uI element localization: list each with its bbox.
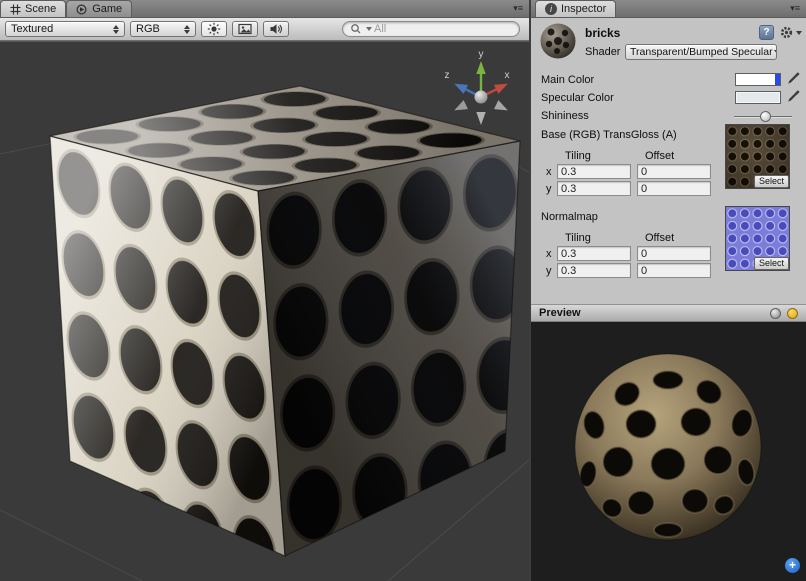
- chevron-down-icon: [774, 50, 777, 54]
- preview-light-icon[interactable]: [787, 308, 798, 319]
- specular-color-label: Specular Color: [541, 92, 614, 104]
- inspector-body: bricks Shader Transparent/Bumped Specula…: [531, 18, 806, 581]
- offset-header: Offset: [645, 232, 674, 244]
- scene-grid-icon: [10, 4, 21, 15]
- render-mode-dropdown[interactable]: RGB: [130, 21, 196, 37]
- audio-toggle-button[interactable]: [263, 21, 289, 37]
- gear-icon[interactable]: [780, 26, 802, 39]
- gizmo-z-label: z: [445, 70, 450, 81]
- gizmo-y-label: y: [479, 49, 484, 60]
- help-icon[interactable]: ?: [759, 25, 774, 40]
- x-row-label: x: [546, 166, 552, 178]
- main-color-label: Main Color: [541, 74, 594, 86]
- material-name: bricks: [585, 26, 620, 40]
- add-preview-button[interactable]: +: [785, 558, 800, 573]
- scene-panel: Scene Game ▾≡ Textured RGB: [0, 0, 529, 581]
- image-icon: [238, 23, 252, 35]
- scene-tabstrip: Scene Game ▾≡: [0, 0, 529, 18]
- material-sphere-icon[interactable]: [539, 22, 577, 60]
- gizmo-z-cone: [454, 84, 468, 94]
- normalmap-label: Normalmap: [541, 211, 598, 223]
- textured-cube: [50, 86, 520, 556]
- preview-title: Preview: [539, 307, 581, 319]
- updown-arrows-icon: [184, 25, 190, 34]
- normal-tiling-y-input[interactable]: [557, 263, 631, 278]
- inspector-tabstrip: i Inspector ▾≡: [531, 0, 806, 18]
- skybox-fx-toggle-button[interactable]: [232, 21, 258, 37]
- base-texture-label: Base (RGB) TransGloss (A): [541, 129, 677, 141]
- search-icon[interactable]: [350, 23, 363, 35]
- tiling-header: Tiling: [565, 150, 591, 162]
- scene-render: y x z: [0, 42, 529, 581]
- tab-scene-label: Scene: [25, 3, 56, 15]
- tab-inspector-label: Inspector: [561, 3, 606, 15]
- gizmo-y-cone: [476, 61, 485, 74]
- panel-menu-icon[interactable]: ▾≡: [513, 3, 523, 14]
- updown-arrows-icon: [113, 25, 119, 34]
- eyedropper-icon[interactable]: [787, 71, 800, 85]
- x-row-label: x: [546, 248, 552, 260]
- preview-sphere-icon[interactable]: [770, 308, 781, 319]
- lighting-toggle-button[interactable]: [201, 21, 227, 37]
- info-icon: i: [545, 3, 557, 15]
- inspector-panel: i Inspector ▾≡: [531, 0, 806, 581]
- tab-game-label: Game: [92, 3, 122, 15]
- gizmo-neg-x-cone: [454, 100, 468, 110]
- sun-icon: [207, 22, 221, 36]
- normal-offset-y-input[interactable]: [637, 263, 711, 278]
- shader-label: Shader: [585, 46, 620, 58]
- material-preview[interactable]: +: [531, 322, 806, 581]
- shader-dropdown[interactable]: Transparent/Bumped Specular: [625, 44, 777, 60]
- shader-value: Transparent/Bumped Specular: [630, 46, 773, 58]
- render-mode-value: RGB: [136, 23, 160, 35]
- unity-editor-window: Scene Game ▾≡ Textured RGB: [0, 0, 806, 581]
- gizmo-neg-y-cone: [476, 112, 485, 125]
- game-icon: [76, 4, 88, 15]
- normal-offset-x-input[interactable]: [637, 246, 711, 261]
- tab-game[interactable]: Game: [66, 0, 132, 17]
- normalmap-thumbnail[interactable]: Select: [725, 206, 790, 271]
- normalmap-select-button[interactable]: Select: [754, 257, 789, 270]
- eyedropper-icon[interactable]: [787, 89, 800, 103]
- base-tiling-x-input[interactable]: [557, 164, 631, 179]
- shininess-slider-handle[interactable]: [760, 111, 771, 122]
- scene-viewport[interactable]: y x z: [0, 42, 529, 581]
- base-offset-x-input[interactable]: [637, 164, 711, 179]
- speaker-icon: [269, 23, 283, 35]
- search-filter-arrow-icon[interactable]: [366, 27, 372, 31]
- offset-header: Offset: [645, 150, 674, 162]
- gizmo-x-cone: [494, 84, 508, 94]
- shininess-slider[interactable]: [734, 111, 792, 123]
- chevron-down-icon: [796, 31, 802, 35]
- scene-toolbar: Textured RGB: [0, 18, 529, 41]
- tiling-header: Tiling: [565, 232, 591, 244]
- plus-icon: +: [789, 558, 796, 572]
- base-tiling-y-input[interactable]: [557, 181, 631, 196]
- base-offset-y-input[interactable]: [637, 181, 711, 196]
- preview-header[interactable]: Preview: [531, 304, 806, 322]
- help-glyph: ?: [763, 27, 769, 38]
- specular-color-swatch[interactable]: [735, 91, 781, 104]
- main-color-accent: [775, 74, 780, 85]
- tab-inspector[interactable]: i Inspector: [535, 0, 616, 17]
- draw-mode-dropdown[interactable]: Textured: [5, 21, 125, 37]
- panel-menu-icon[interactable]: ▾≡: [790, 3, 800, 14]
- shininess-label: Shininess: [541, 110, 589, 122]
- search-input[interactable]: [374, 23, 512, 35]
- y-row-label: y: [546, 265, 552, 277]
- gizmo-x-label: x: [505, 70, 510, 81]
- preview-sphere-render: [531, 322, 806, 581]
- draw-mode-value: Textured: [11, 23, 53, 35]
- orientation-gizmo[interactable]: y x z: [445, 49, 510, 125]
- scene-search-field[interactable]: [342, 21, 520, 37]
- normal-tiling-x-input[interactable]: [557, 246, 631, 261]
- tab-scene[interactable]: Scene: [0, 0, 66, 17]
- base-texture-thumbnail[interactable]: Select: [725, 124, 790, 189]
- y-row-label: y: [546, 183, 552, 195]
- gear-glyph: [780, 26, 793, 39]
- base-select-button[interactable]: Select: [754, 175, 789, 188]
- gizmo-hub: [475, 91, 488, 104]
- main-color-swatch[interactable]: [735, 73, 781, 86]
- gizmo-neg-z-cone: [494, 100, 508, 110]
